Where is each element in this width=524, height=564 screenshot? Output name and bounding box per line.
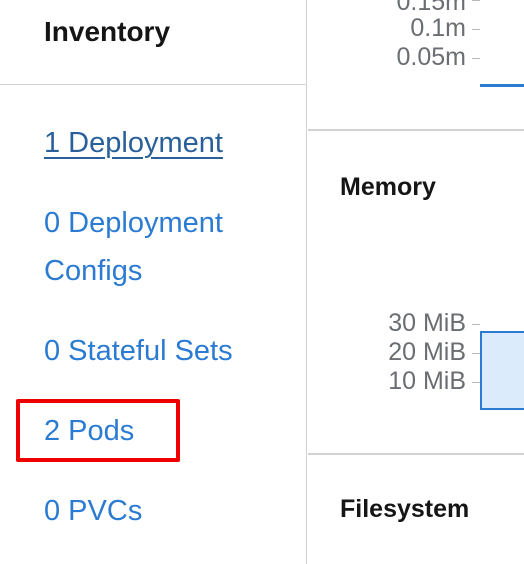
cpu-tick-mark [472, 0, 480, 1]
pvcs-link[interactable]: 0 PVCs [44, 487, 142, 535]
section-divider [308, 453, 524, 455]
memory-tick-mark [472, 353, 480, 354]
deployment-configs-link[interactable]: 0 Deployment Configs [44, 199, 223, 295]
memory-tick-label: 30 MiB [388, 309, 466, 337]
cpu-series-line [480, 84, 524, 87]
memory-tick-label: 20 MiB [388, 338, 466, 366]
cpu-tick-mark [472, 58, 480, 59]
deployment-link[interactable]: 1 Deployment [44, 119, 223, 167]
stateful-sets-link[interactable]: 0 Stateful Sets [44, 327, 233, 375]
pods-link[interactable]: 2 Pods [44, 407, 134, 455]
deployment-configs-label-line2: Configs [44, 255, 143, 287]
cpu-tick-label: 0.05m [396, 43, 466, 71]
memory-title: Memory [340, 173, 436, 201]
inventory-title: Inventory [44, 16, 171, 47]
inventory-panel: Inventory 1 Deployment 0 Deployment Conf… [0, 0, 307, 564]
cpu-tick-label: 0.1m [410, 14, 466, 42]
deployment-configs-label-line1: 0 Deployment [44, 207, 223, 239]
inventory-divider [0, 84, 307, 85]
metrics-panel: 0.15m 0.1m 0.05m Memory 30 MiB 20 MiB 10… [308, 0, 524, 564]
memory-series-area [480, 331, 524, 410]
cpu-tick-mark [472, 29, 480, 30]
memory-tick-label: 10 MiB [388, 367, 466, 395]
memory-tick-mark [472, 382, 480, 383]
memory-tick-mark [472, 324, 480, 325]
filesystem-title: Filesystem [340, 495, 470, 523]
section-divider [308, 129, 524, 131]
